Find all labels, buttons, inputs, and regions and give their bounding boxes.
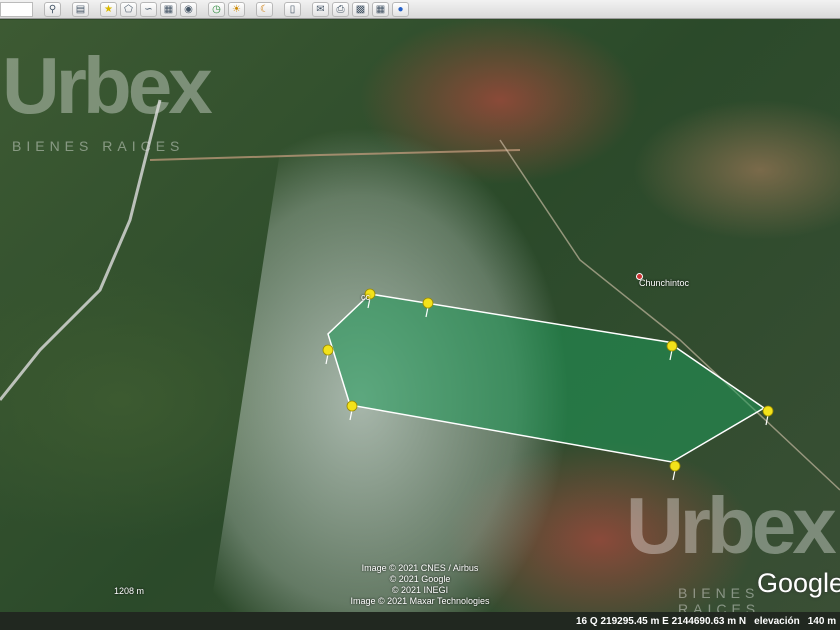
attribution-line: Image © 2021 Maxar Technologies (350, 596, 490, 606)
add-polygon-icon[interactable]: ⬠ (120, 1, 137, 17)
historical-imagery-icon[interactable]: ◷ (208, 1, 225, 17)
road (149, 149, 521, 161)
attribution-line: © 2021 INEGI (391, 585, 449, 595)
status-bar: 16 Q 219295.45 m E 2144690.63 m N elevac… (0, 612, 840, 630)
sidebar-icon[interactable]: ▤ (72, 1, 89, 17)
search-icon[interactable]: ⚲ (44, 1, 61, 17)
search-input[interactable] (0, 1, 33, 17)
map-overlay (0, 99, 840, 491)
attribution-line: Image © 2021 CNES / Airbus (361, 563, 479, 573)
place-label[interactable]: Chunchintoc (635, 273, 689, 288)
map-view[interactable]: Urbex BIENES RAICES Urbex BIENES RAICES … (0, 20, 840, 612)
add-overlay-icon[interactable]: ▦ (160, 1, 177, 17)
ruler-icon[interactable]: ▯ (284, 1, 301, 17)
property-polygon[interactable] (327, 293, 766, 463)
add-path-icon[interactable]: ∽ (140, 1, 157, 17)
toolbar: ⚲ ▤ ★ ⬠ ∽ ▦ ◉ ◷ ☀ ☾ ▯ ✉ ⎙ ▩ ▦ ● (0, 0, 840, 19)
elevation-value: 140 m (807, 615, 837, 627)
google-logo: Google (757, 568, 840, 598)
record-tour-icon[interactable]: ◉ (180, 1, 197, 17)
view-in-maps-icon[interactable]: ▦ (372, 1, 389, 17)
pushpin-icon[interactable] (346, 400, 358, 421)
add-placemark-icon[interactable]: ★ (100, 1, 117, 17)
scale-legend: 1208 m (114, 586, 145, 596)
switch-planet-icon[interactable]: ☾ (256, 1, 273, 17)
coordinates: 16 Q 219295.45 m E 2144690.63 m N (576, 615, 747, 627)
earth-icon[interactable]: ● (392, 1, 409, 17)
pushpin-icon[interactable] (669, 460, 681, 481)
road (0, 99, 162, 401)
sunlight-icon[interactable]: ☀ (228, 1, 245, 17)
save-image-icon[interactable]: ▩ (352, 1, 369, 17)
print-icon[interactable]: ⎙ (332, 1, 349, 17)
point-label: cc (361, 292, 370, 302)
attribution-line: © 2021 Google (389, 574, 451, 584)
email-icon[interactable]: ✉ (312, 1, 329, 17)
elevation-label: elevación (754, 615, 800, 627)
imagery-attribution: Image © 2021 CNES / Airbus © 2021 Google… (330, 563, 510, 607)
pushpin-icon[interactable] (322, 344, 334, 365)
